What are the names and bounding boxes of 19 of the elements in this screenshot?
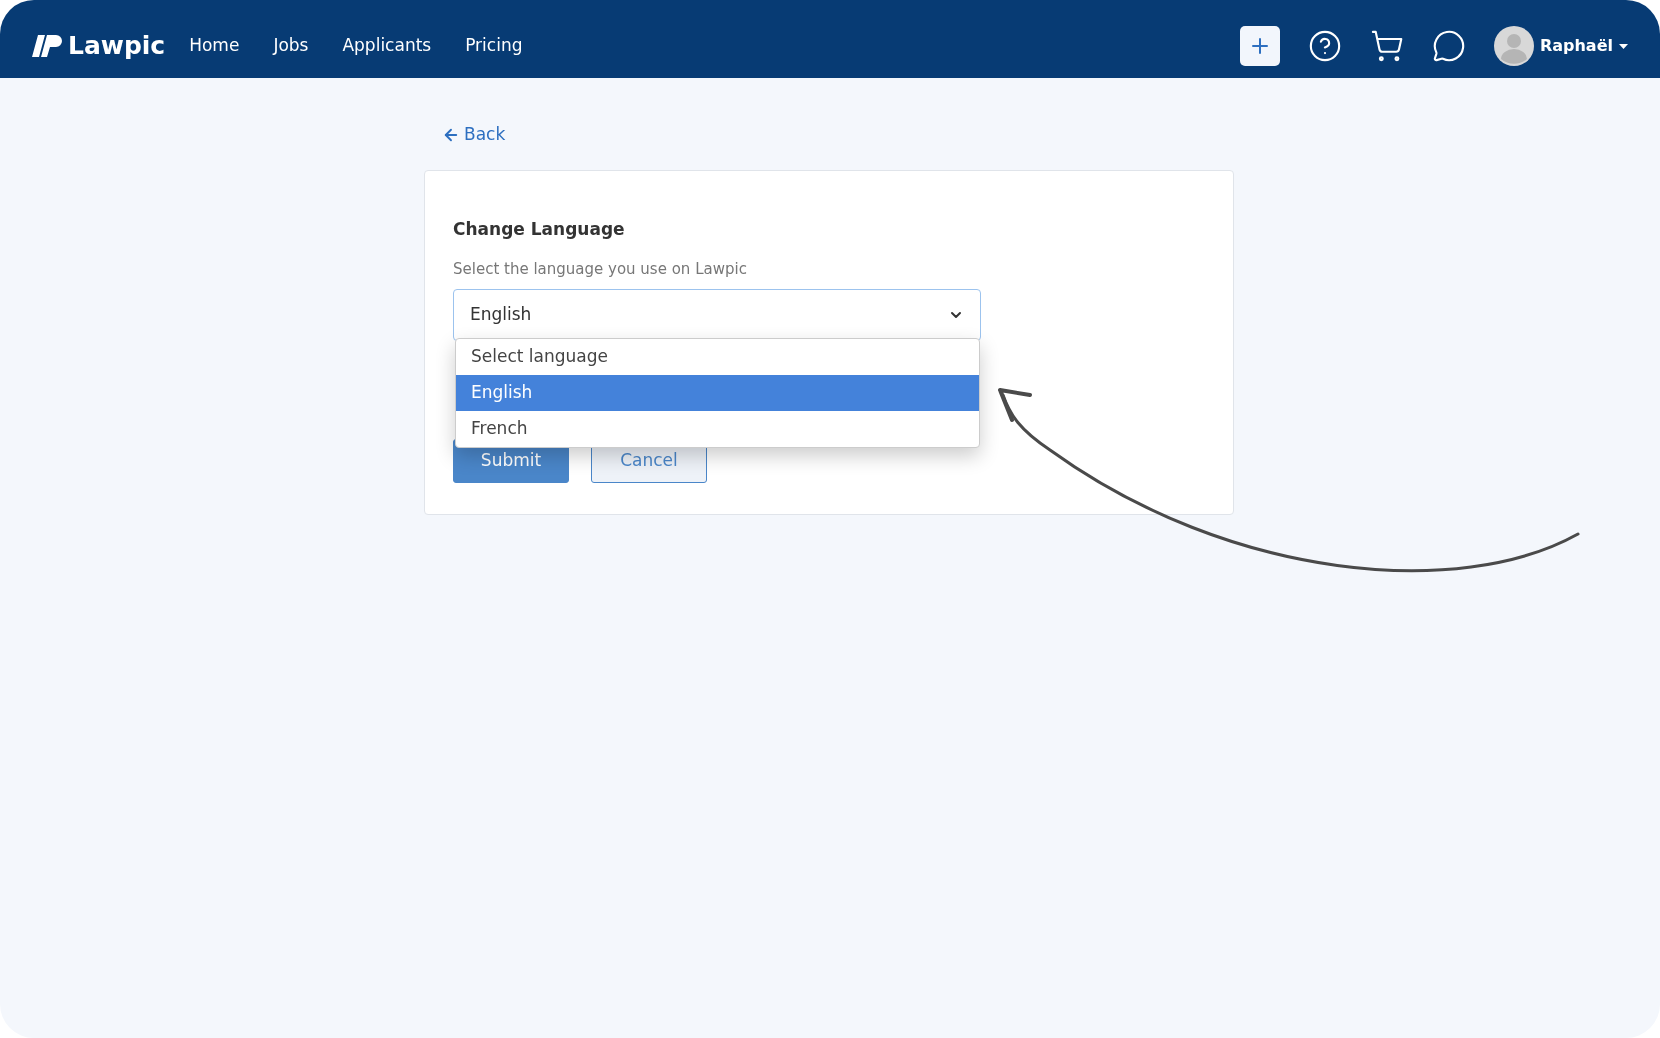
dropdown-option[interactable]: Select language bbox=[456, 338, 979, 375]
cart-icon[interactable] bbox=[1369, 29, 1404, 63]
language-select[interactable]: English bbox=[453, 288, 981, 341]
back-link[interactable]: Back bbox=[442, 122, 506, 148]
help-icon[interactable] bbox=[1307, 29, 1342, 63]
nav-link[interactable]: Applicants bbox=[342, 33, 432, 59]
hint-text: Select the language you use on Lawpic bbox=[453, 259, 748, 280]
nav-link[interactable]: Pricing bbox=[465, 33, 523, 59]
avatar-icon[interactable] bbox=[1493, 26, 1534, 66]
nav-link[interactable]: Home bbox=[189, 33, 240, 59]
logo-icon bbox=[32, 35, 62, 57]
caret-icon[interactable] bbox=[1619, 43, 1628, 49]
logo-text: Lawpic bbox=[68, 30, 166, 63]
dropdown-option[interactable]: English bbox=[456, 374, 979, 411]
chat-icon[interactable] bbox=[1431, 29, 1466, 63]
nav-link[interactable]: Jobs bbox=[273, 33, 309, 59]
card-title: Change Language bbox=[453, 217, 626, 241]
add-button[interactable] bbox=[1239, 26, 1280, 66]
user-name[interactable]: Raphaël bbox=[1539, 34, 1613, 58]
